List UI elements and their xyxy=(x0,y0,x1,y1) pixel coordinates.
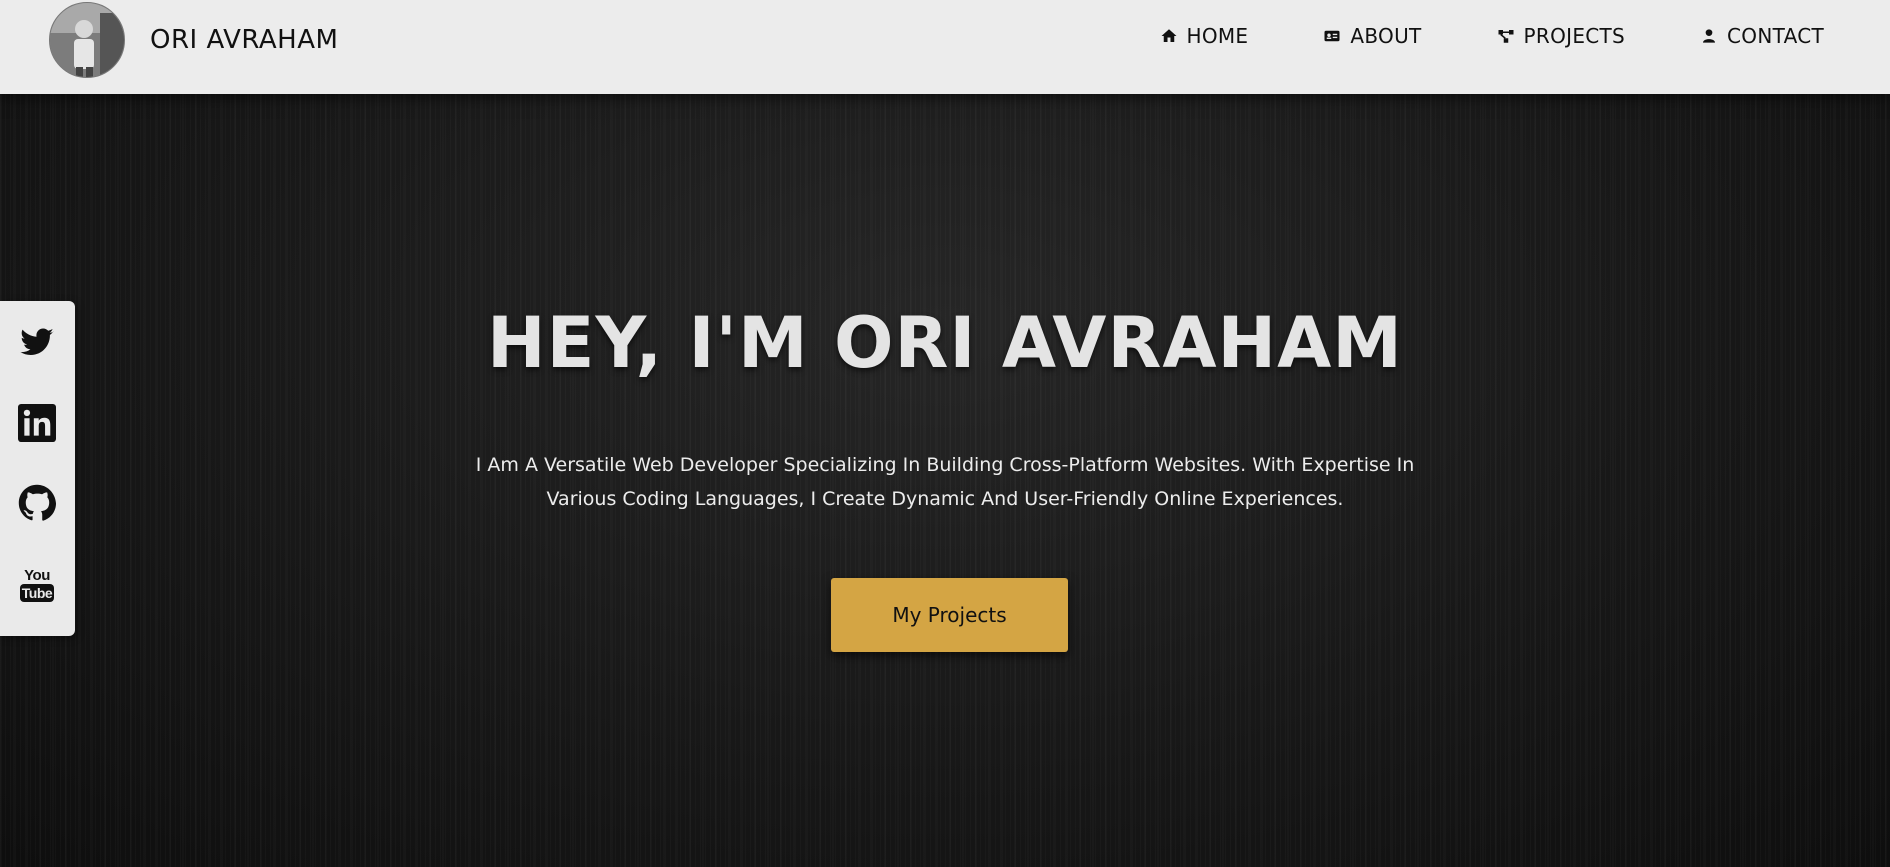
site-header: ORI AVRAHAM HOME ABOUT PROJECTS CONTACT xyxy=(0,0,1890,94)
social-github-link[interactable] xyxy=(17,484,57,526)
hero-description-line-1: I Am A Versatile Web Developer Specializ… xyxy=(475,454,1415,476)
nav-about-label: ABOUT xyxy=(1350,24,1422,48)
youtube-icon: You Tube xyxy=(19,567,55,602)
nav-home[interactable]: HOME xyxy=(1159,24,1249,48)
main-nav: HOME ABOUT PROJECTS CONTACT xyxy=(1159,24,1825,48)
linkedin-icon xyxy=(18,404,56,446)
social-sidebar: You Tube xyxy=(0,301,75,636)
avatar xyxy=(49,2,125,78)
share-nodes-icon xyxy=(1496,26,1516,46)
id-card-icon xyxy=(1322,26,1342,46)
nav-projects-label: PROJECTS xyxy=(1523,24,1626,48)
github-icon xyxy=(18,484,57,526)
social-linkedin-link[interactable] xyxy=(17,404,57,446)
home-icon xyxy=(1159,26,1179,46)
nav-contact[interactable]: CONTACT xyxy=(1699,24,1824,48)
hero-description-line-2: Various Coding Languages, I Create Dynam… xyxy=(546,488,1344,510)
nav-projects[interactable]: PROJECTS xyxy=(1496,24,1626,48)
brand[interactable]: ORI AVRAHAM xyxy=(49,2,338,78)
user-icon xyxy=(1699,26,1719,46)
nav-about[interactable]: ABOUT xyxy=(1322,24,1421,48)
twitter-icon xyxy=(19,328,55,362)
my-projects-button[interactable]: My Projects xyxy=(831,578,1068,652)
nav-home-label: HOME xyxy=(1186,24,1249,48)
hero-section: HEY, I'M ORI AVRAHAM I Am A Versatile We… xyxy=(0,94,1890,867)
nav-contact-label: CONTACT xyxy=(1727,24,1824,48)
social-youtube-link[interactable]: You Tube xyxy=(17,565,57,605)
youtube-text-top: You xyxy=(24,567,50,584)
youtube-text-bottom: Tube xyxy=(19,584,55,602)
social-twitter-link[interactable] xyxy=(17,325,57,365)
brand-name: ORI AVRAHAM xyxy=(150,25,339,55)
hero-description: I Am A Versatile Web Developer Specializ… xyxy=(470,448,1420,516)
hero-title: HEY, I'M ORI AVRAHAM xyxy=(487,302,1403,384)
